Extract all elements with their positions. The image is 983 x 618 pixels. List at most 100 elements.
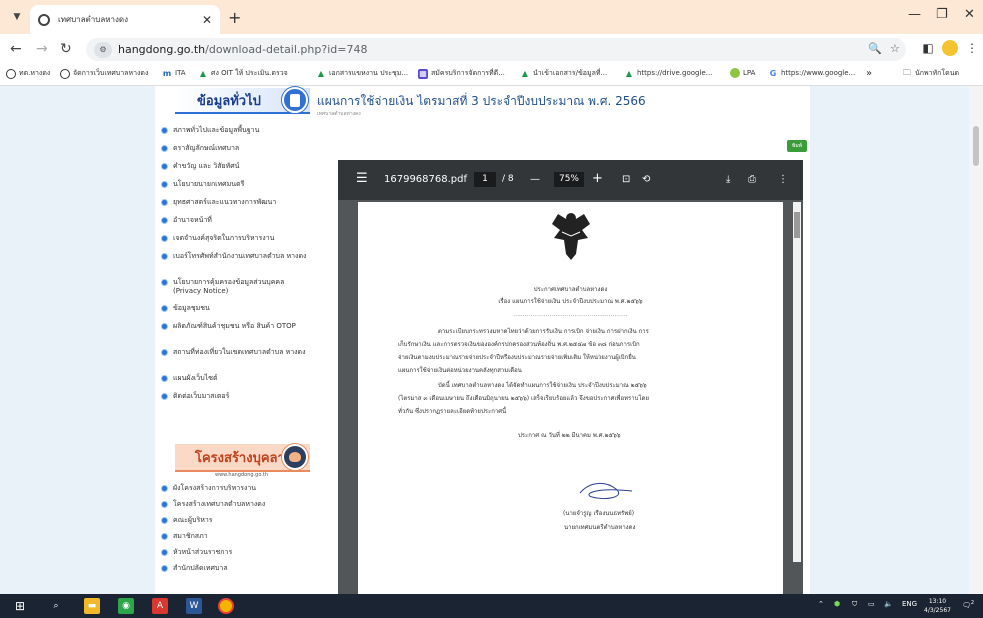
pdf-fit-page-icon[interactable]: ⊡ <box>622 174 630 185</box>
tray-security-icon[interactable]: ⛉ <box>852 600 857 609</box>
zoom-icon[interactable]: 🔍 <box>868 42 882 55</box>
volume-icon[interactable]: 🔈 <box>884 600 893 608</box>
sidebar-item[interactable]: สภาพทั่วไปและข้อมูลพื้นฐาน <box>161 126 311 144</box>
bookmark-item[interactable]: ▲ นำเข้าเอกสาร/ข้อมูลที่... <box>520 68 607 79</box>
pdf-zoom-out-icon[interactable]: — <box>530 174 540 185</box>
sidepanel-icon[interactable]: ◧ <box>920 40 936 56</box>
chrome-icon[interactable] <box>218 598 234 614</box>
pdf-more-icon[interactable]: ⋮ <box>778 174 788 185</box>
back-icon[interactable]: ← <box>10 41 22 57</box>
doc-signer-title: นายกเทศมนตรีตำบลหางดง <box>564 524 636 531</box>
tray-app-icon[interactable]: ⬢ <box>834 600 840 608</box>
forward-icon[interactable]: → <box>36 41 48 57</box>
breadcrumb[interactable]: เทศบาลตำบลหางดง <box>317 110 361 118</box>
clock-time: 13:10 <box>928 598 947 605</box>
minimize-icon[interactable]: — <box>908 7 921 22</box>
bookmark-item[interactable]: ▲ https://drive.google... <box>624 68 713 78</box>
doc-para-line: จ่ายเงินตามงบประมาณรายจ่ายประจำปีหรืองบป… <box>398 354 636 361</box>
pdf-scrollbar[interactable] <box>793 202 801 562</box>
sidebar-item[interactable]: ติดต่อเว็บมาสเตอร์ <box>161 392 311 410</box>
notification-icon[interactable]: 🗨2 <box>962 600 974 609</box>
sidebar-item[interactable]: ข้อมูลชุมชน <box>161 304 311 322</box>
page-title: แผนการใช้จ่ายเงิน ไตรมาสที่ 3 ประจำปีงบป… <box>317 94 646 108</box>
pdf-menu-icon[interactable]: ☰ <box>356 171 368 186</box>
bookmark-item[interactable]: Ghttps://www.google... <box>768 68 856 78</box>
sidebar-item[interactable]: แผนผังเว็บไซต์ <box>161 374 311 392</box>
address-bar[interactable]: ⚙ hangdong.go.th/download-detail.php?id=… <box>86 38 906 61</box>
bookmark-item[interactable]: ▲ เอกสารแขหงาน ประชุม... <box>316 68 408 79</box>
sidebar-item[interactable]: คณะผู้บริหาร <box>161 516 311 532</box>
doc-para-line: ทั่วกัน ซึ่งปรากฏรายละเอียดท้ายประกาศนี้ <box>398 408 507 415</box>
browser-menu-icon[interactable]: ⋮ <box>964 40 980 56</box>
browser-tab[interactable]: เทศบาลตำบลหางดง ✕ <box>30 5 220 34</box>
sidebar-item[interactable]: สถานที่ท่องเที่ยวในเขตเทศบาลตำบล หางดง <box>161 348 311 374</box>
pdf-toolbar: ☰ 1679968768.pdf 1 / 8 — 75% + ⊡ ⟲ ⤓ ⎙ ⋮ <box>338 160 803 200</box>
pdf-rotate-icon[interactable]: ⟲ <box>642 174 650 185</box>
window-close-icon[interactable]: ✕ <box>964 7 975 22</box>
file-explorer-icon[interactable]: ▬ <box>84 598 100 614</box>
pdf-page: ประกาศเทศบาลตำบลหางดง เรื่อง แผนการใช้จ่… <box>358 202 783 594</box>
word-icon[interactable]: W <box>186 598 202 614</box>
sidebar-item[interactable]: โครงสร้างเทศบาลตำบลหางดง <box>161 500 311 516</box>
tray-chevron-icon[interactable]: ⌃ <box>818 600 824 608</box>
page-scrollbar[interactable] <box>969 86 983 594</box>
browser-tab-bar: ▼ เทศบาลตำบลหางดง ✕ + — ❐ ✕ <box>0 0 983 34</box>
system-clock[interactable]: 13:10 4/3/2567 <box>924 597 951 615</box>
sidebar-item[interactable]: นโยบายนายกเทศมนตรี <box>161 180 311 198</box>
bookmark-item[interactable]: ทต.หางดง <box>6 68 50 79</box>
doc-signer-name: (นายจำรูญ เรืองนนธทรัพย์) <box>563 510 635 517</box>
signature-icon <box>579 483 633 500</box>
pdf-zoom-input[interactable]: 75% <box>554 172 584 187</box>
url-text[interactable]: hangdong.go.th/download-detail.php?id=74… <box>118 43 367 56</box>
sidebar-item[interactable]: เจตจำนงค์สุจริตในการบริหารงาน <box>161 234 311 252</box>
sidebar-item[interactable]: ยุทธศาสตร์และแนวทางการพัฒนา <box>161 198 311 216</box>
folder-icon: 🗀 <box>903 67 911 77</box>
bookmark-item[interactable]: ▦ สมัครบริการจัดการที่ดี... <box>418 68 505 79</box>
bookmarks-more-icon[interactable]: » <box>866 68 872 79</box>
new-tab-icon[interactable]: + <box>228 8 241 27</box>
doc-divider: ........................................… <box>513 311 628 318</box>
pdf-filename: 1679968768.pdf <box>384 174 468 185</box>
garuda-emblem-icon <box>552 213 590 260</box>
sidebar-item[interactable]: นโยบายการคุ้มครองข้อมูลส่วนบุคคล (Privac… <box>161 278 311 304</box>
sidebar-item[interactable]: เบอร์โทรศัพท์สำนักงานเทศบาลตำบล หางดง <box>161 252 311 278</box>
tab-search-icon[interactable]: ▼ <box>8 8 26 26</box>
pdf-page-input[interactable]: 1 <box>474 172 496 187</box>
bookmark-item[interactable]: LPA <box>730 68 755 78</box>
sidebar-item[interactable]: สำนักปลัดเทศบาล <box>161 564 311 580</box>
sidebar-item[interactable]: หัวหน้าส่วนราชการ <box>161 548 311 564</box>
pdf-zoom-in-icon[interactable]: + <box>592 171 603 186</box>
bookmark-star-icon[interactable]: ☆ <box>890 42 900 55</box>
sidebar-item[interactable]: ผังโครงสร้างการบริหารงาน <box>161 484 311 500</box>
search-icon[interactable]: ⌕ <box>48 598 64 614</box>
sidebar-item[interactable]: คำขวัญ และ วิสัยทัศน์ <box>161 162 311 180</box>
restore-icon[interactable]: ❐ <box>936 7 948 22</box>
site-info-icon[interactable]: ⚙ <box>94 41 112 58</box>
bookmark-folder[interactable]: 🗀 นักพาทักโดนด <box>902 68 959 79</box>
sidebar-item[interactable]: ตราสัญลักษณ์เทศบาล <box>161 144 311 162</box>
doc-para-line: เก็บรักษาเงิน และการตรวจเงินขององค์กรปกค… <box>398 341 640 348</box>
sidebar-item[interactable]: ผลิตภัณฑ์สินค้าชุมชน หรือ สินค้า OTOP <box>161 322 311 348</box>
reload-icon[interactable]: ↻ <box>60 41 72 57</box>
sidebar-item[interactable]: อำนาจหน้าที่ <box>161 216 311 234</box>
windows-start-icon[interactable]: ⊞ <box>12 598 28 614</box>
bookmark-item[interactable]: m ITA <box>162 68 186 78</box>
language-indicator[interactable]: ENG <box>902 600 917 608</box>
windows-taskbar: ⊞ ⌕ ▬ ◉ A W ⌃ ⬢ ⛉ ▭ 🔈 ENG 13:10 4/3/2567… <box>0 594 983 618</box>
network-icon[interactable]: ▭ <box>868 600 875 608</box>
profile-avatar[interactable] <box>942 40 958 56</box>
right-blank-area <box>810 86 983 594</box>
tab-close-icon[interactable]: ✕ <box>202 13 212 27</box>
sidebar-heading-general: ข้อมูลทั่วไป <box>175 87 310 114</box>
doc-subject: เรื่อง แผนการใช้จ่ายเงิน ประจำปีงบประมาณ… <box>498 298 643 305</box>
doc-date: ประกาศ ณ วันที่ ๒๒ มีนาคม พ.ศ.๒๕๖๖ <box>518 432 621 439</box>
print-button[interactable]: พิมพ์ <box>787 140 807 152</box>
line-app-icon[interactable]: ◉ <box>118 598 134 614</box>
pdf-reader-icon[interactable]: A <box>152 598 168 614</box>
bookmark-item[interactable]: จัดการเว็บเทศบาลหางดง <box>60 68 148 79</box>
bookmark-item[interactable]: ▲ ศง OIT ให้ ประเมิน.ตรวจ <box>198 68 288 79</box>
sidebar-item[interactable]: สมาชิกสภา <box>161 532 311 548</box>
pdf-download-icon[interactable]: ⤓ <box>726 174 730 185</box>
doc-org: ประกาศเทศบาลตำบลหางดง <box>533 286 608 293</box>
pdf-print-icon[interactable]: ⎙ <box>748 174 756 185</box>
